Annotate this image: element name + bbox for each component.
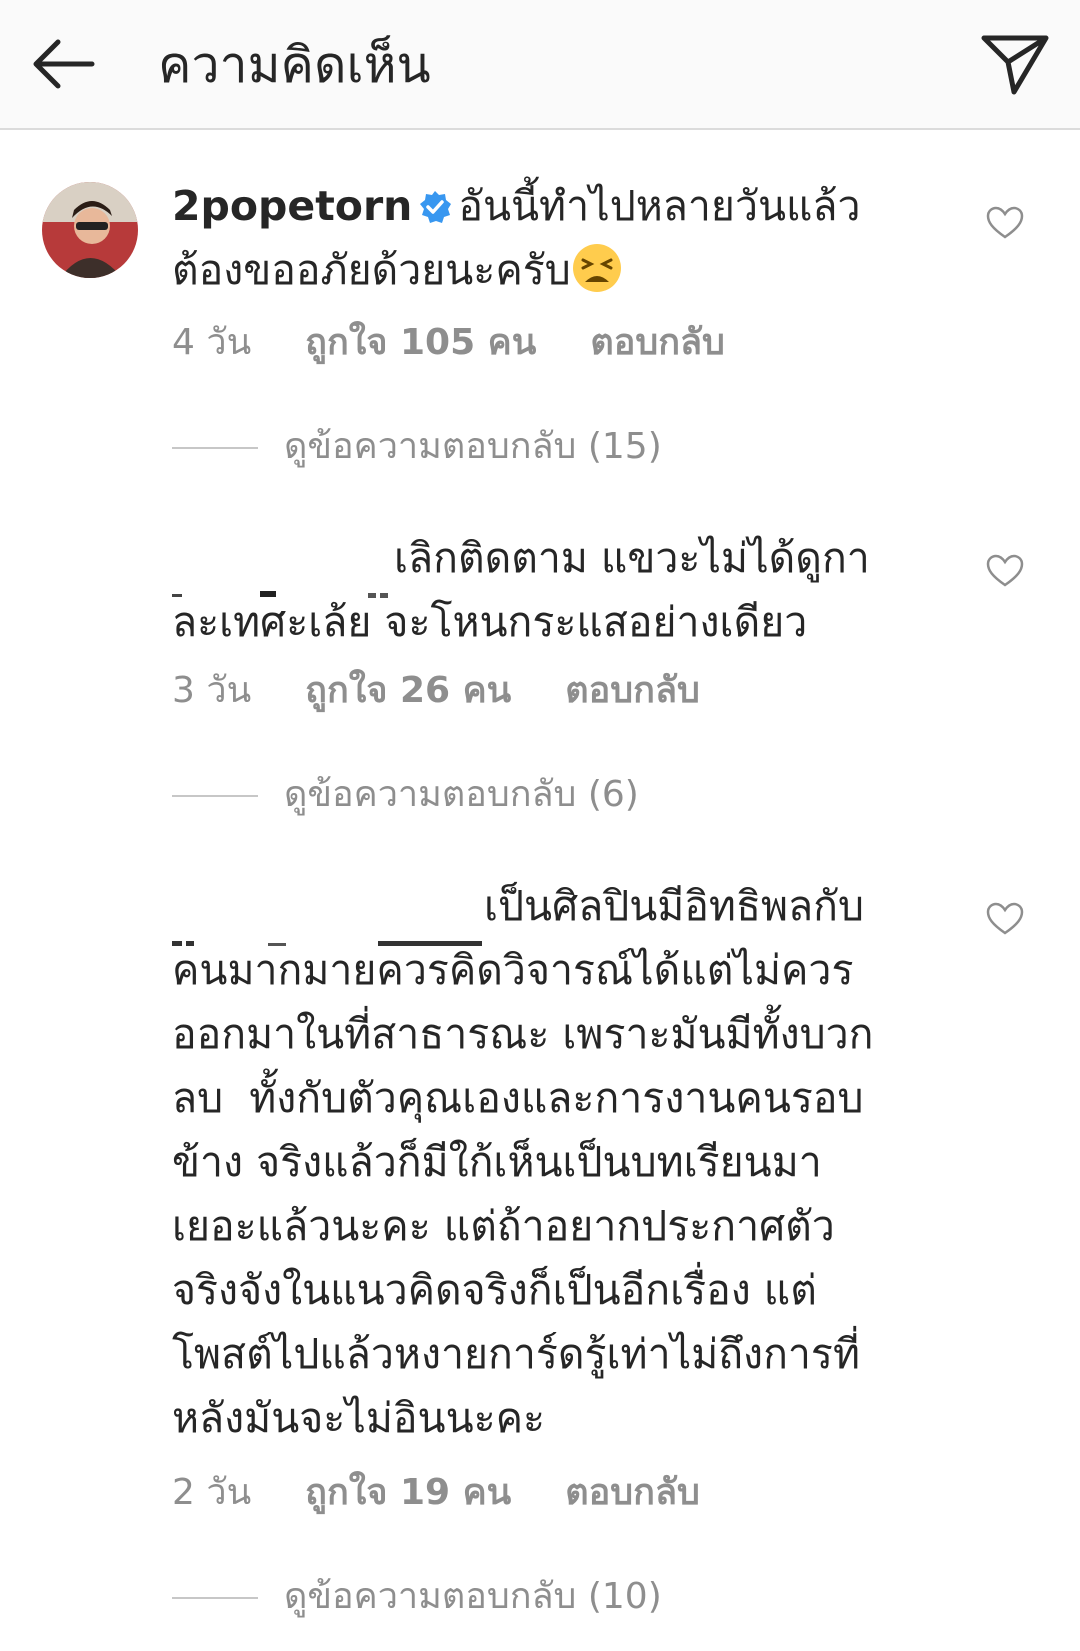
- arrow-left-icon[interactable]: [28, 36, 100, 92]
- comment-text: เลิกติดตาม แขวะไม่ได้ดูกา ละเทศะเล้ย จะโ…: [172, 526, 962, 654]
- divider: [172, 447, 258, 449]
- comment-time: 4 วัน: [172, 322, 252, 363]
- comment-text: เป็นศิลปินมีอิทธิพลกับ คนมากมายควรคิดวิจ…: [172, 874, 962, 1450]
- view-replies-button[interactable]: ดูข้อความตอบกลับ (15): [172, 422, 662, 472]
- comment-line: ละเทศะเล้ย จะโหนกระแสอย่างเดียว: [172, 598, 808, 646]
- likes-count[interactable]: ถูกใจ 19 คน: [305, 1472, 511, 1513]
- tired-face-emoji: [572, 244, 621, 292]
- view-replies-label: ดูข้อความตอบกลับ (15): [284, 426, 662, 467]
- comment-line: ลบ ทั้งกับตัวคุณเองและการงานคนรอบ: [172, 1074, 864, 1122]
- view-replies-label: ดูข้อความตอบกลับ (6): [284, 774, 639, 815]
- comment-time: 2 วัน: [172, 1472, 252, 1513]
- comment-line: ต้องขออภัยด้วยนะครับ: [172, 246, 571, 294]
- reply-button[interactable]: ตอบกลับ: [590, 322, 725, 363]
- redacted-username: [172, 903, 484, 946]
- comment-line: เลิกติดตาม แขวะไม่ได้ดูกา: [394, 534, 870, 582]
- comment-meta: 3 วัน ถูกใจ 26 คน ตอบกลับ: [172, 666, 754, 716]
- verified-badge-icon: [420, 191, 452, 223]
- heart-icon[interactable]: [986, 554, 1024, 588]
- comment-meta: 2 วัน ถูกใจ 19 คน ตอบกลับ: [172, 1468, 754, 1518]
- heart-icon[interactable]: [986, 902, 1024, 936]
- comment-text: 2popetorn อันนี้ทำไปหลายวันแล้ว ต้องขออภ…: [172, 174, 962, 302]
- comment-line: อันนี้ทำไปหลายวันแล้ว: [458, 182, 861, 230]
- likes-count[interactable]: ถูกใจ 26 คน: [305, 670, 511, 711]
- view-replies-button[interactable]: ดูข้อความตอบกลับ (6): [172, 770, 639, 820]
- reply-button[interactable]: ตอบกลับ: [565, 670, 700, 711]
- comment-line: จริงจังในแนวคิดจริงก็เป็นอีกเรื่อง แต่: [172, 1266, 817, 1314]
- avatar[interactable]: [42, 182, 138, 278]
- redacted-username: [172, 555, 394, 598]
- top-bar: ความคิดเห็น: [0, 0, 1080, 130]
- divider: [172, 1597, 258, 1599]
- view-replies-label: ดูข้อความตอบกลับ (10): [284, 1576, 662, 1617]
- comment-meta: 4 วัน ถูกใจ 105 คน ตอบกลับ: [172, 318, 779, 368]
- comment-line: เยอะแล้วนะคะ แต่ถ้าอยากประกาศตัว: [172, 1202, 835, 1250]
- paper-plane-icon[interactable]: [980, 32, 1050, 96]
- comment-line: ข้าง จริงแล้วก็มีใก้เห็นเป็นบทเรียนมา: [172, 1138, 822, 1186]
- comment-line: คนมากมายควรคิดวิจารณ์ได้แต่ไม่ควร: [172, 946, 854, 994]
- comment-time: 3 วัน: [172, 670, 252, 711]
- comment-username[interactable]: 2popetorn: [172, 182, 412, 230]
- reply-button[interactable]: ตอบกลับ: [565, 1472, 700, 1513]
- likes-count[interactable]: ถูกใจ 105 คน: [305, 322, 536, 363]
- comment-line: ออกมาในที่สาธารณะ เพราะมันมีทั้งบวก: [172, 1010, 874, 1058]
- comment-line: โพสต์ไปแล้วหงายการ์ดรู้เท่าไม่ถึงการที่: [172, 1330, 860, 1378]
- comment-line: เป็นศิลปินมีอิทธิพลกับ: [484, 882, 864, 930]
- page-title: ความคิดเห็น: [158, 36, 431, 94]
- divider: [172, 795, 258, 797]
- comment-line: หลังมันจะไม่อินนะคะ: [172, 1394, 546, 1442]
- heart-icon[interactable]: [986, 206, 1024, 240]
- view-replies-button[interactable]: ดูข้อความตอบกลับ (10): [172, 1572, 662, 1622]
